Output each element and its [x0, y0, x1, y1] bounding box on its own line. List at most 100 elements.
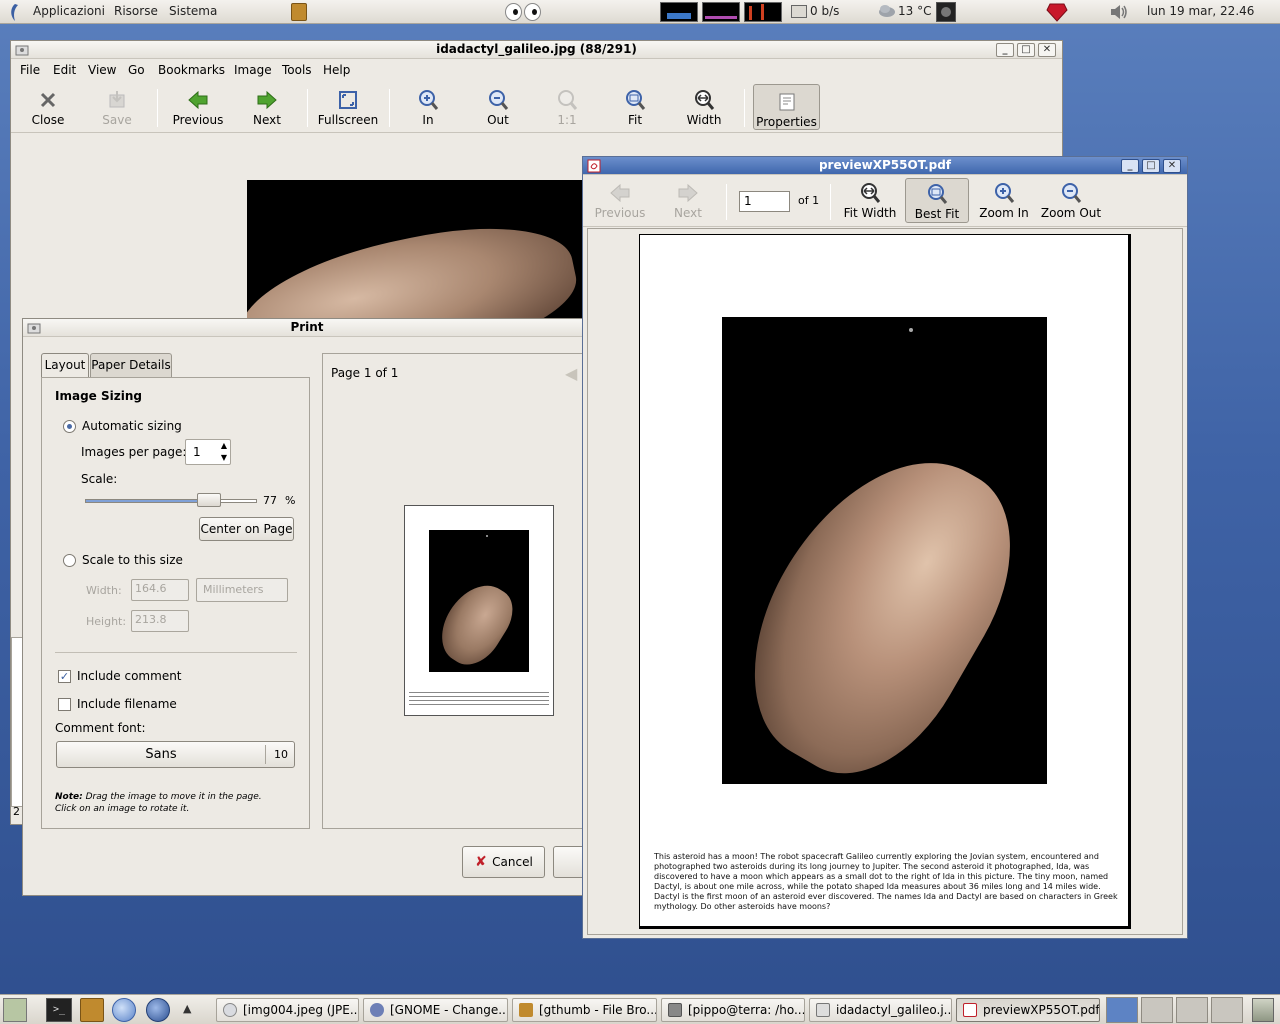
menu-image[interactable]: Image	[234, 63, 272, 77]
menu-risorse[interactable]: Risorse	[114, 4, 158, 18]
workspace-3[interactable]	[1176, 997, 1208, 1023]
close-image-button[interactable]: Close	[17, 89, 79, 127]
workspace-2[interactable]	[1141, 997, 1173, 1023]
menu-help[interactable]: Help	[323, 63, 350, 77]
status-fragment: 2	[13, 805, 20, 818]
menu-bookmarks[interactable]: Bookmarks	[158, 63, 225, 77]
include-filename-checkbox[interactable]	[58, 698, 71, 711]
clock[interactable]: lun 19 mar, 22.46	[1147, 4, 1254, 18]
task-preview-pdf[interactable]: previewXP55OT.pdf	[956, 998, 1100, 1022]
workspace-4[interactable]	[1211, 997, 1243, 1023]
web-browser-launcher-icon[interactable]	[112, 998, 136, 1022]
fit-width-button[interactable]: Fit Width	[839, 182, 901, 220]
toolbar-separator	[744, 89, 745, 127]
pdf-next-button[interactable]: Next	[657, 182, 719, 220]
gthumb-titlebar[interactable]: idadactyl_galileo.jpg (88/291) _ □ ✕	[11, 41, 1062, 59]
units-dropdown[interactable]: Millimeters	[196, 578, 288, 602]
gthumb-menubar: File Edit View Go Bookmarks Image Tools …	[11, 63, 1062, 83]
pdf-zoom-out-button[interactable]: Zoom Out	[1039, 182, 1103, 220]
best-fit-button[interactable]: Best Fit	[905, 178, 969, 223]
zoom-fit-icon	[626, 90, 646, 110]
zoom-fit-button[interactable]: Fit	[604, 89, 666, 127]
print-preview-page[interactable]	[404, 505, 554, 716]
actual-size-button[interactable]: 1:1	[536, 89, 598, 127]
network-monitor-graph	[744, 2, 782, 22]
next-image-button[interactable]: Next	[236, 89, 298, 127]
tab-paper-details[interactable]: Paper Details	[90, 353, 172, 377]
tab-layout[interactable]: Layout	[41, 353, 89, 378]
browser-icon	[370, 1003, 384, 1017]
pdf-maximize-button[interactable]: □	[1142, 159, 1160, 173]
include-comment-checkbox[interactable]: ✓	[58, 670, 71, 683]
center-on-page-button[interactable]: Center on Page	[199, 517, 294, 541]
scale-value: 77	[263, 494, 277, 507]
task-gthumb-browser[interactable]: [gthumb - File Bro...	[512, 998, 657, 1022]
asteroid-image[interactable]	[247, 180, 587, 320]
zoom-width-button[interactable]: Width	[673, 89, 735, 127]
network-icon	[791, 5, 807, 18]
menu-edit[interactable]: Edit	[53, 63, 76, 77]
preview-thumbnail-image[interactable]	[429, 530, 529, 672]
layout-panel: Image Sizing Automatic sizing Images per…	[41, 377, 310, 829]
font-button-divider	[265, 745, 266, 764]
menu-view[interactable]: View	[88, 63, 116, 77]
pdf-document-view[interactable]: This asteroid has a moon! The robot spac…	[587, 228, 1183, 935]
task-terminal[interactable]: [pippo@terra: /ho...	[661, 998, 805, 1022]
page-number-input[interactable]: 1	[739, 191, 790, 212]
trash-icon[interactable]	[1252, 998, 1274, 1022]
email-client-launcher-icon[interactable]	[146, 998, 170, 1022]
task-idadactyl[interactable]: idadactyl_galileo.j...	[809, 998, 952, 1022]
images-per-page-spinner[interactable]: 1 ▲ ▼	[185, 439, 231, 465]
minimize-button[interactable]: _	[996, 43, 1014, 57]
height-label: Height:	[86, 615, 127, 628]
spinner-arrows-icon[interactable]: ▲ ▼	[221, 440, 227, 464]
zoom-in-button[interactable]: In	[397, 89, 459, 127]
print-titlebar[interactable]: Print	[23, 319, 591, 337]
pdf-zoom-in-button[interactable]: Zoom In	[973, 182, 1035, 220]
show-desktop-icon[interactable]	[3, 998, 27, 1022]
pdf-titlebar[interactable]: previewXP55OT.pdf _ □ ✕	[583, 157, 1187, 175]
workspace-1[interactable]	[1106, 997, 1138, 1023]
prev-page-arrow-icon[interactable]: ◀	[565, 364, 577, 383]
comment-font-label: Comment font:	[55, 721, 146, 735]
menu-tools[interactable]: Tools	[282, 63, 312, 77]
pdf-previous-button[interactable]: Previous	[589, 182, 651, 220]
image-sizing-heading: Image Sizing	[55, 389, 142, 403]
terminal-launcher-icon[interactable]: >_	[46, 998, 72, 1022]
width-spinner[interactable]: 164.6	[131, 579, 189, 601]
properties-button[interactable]: Properties	[753, 84, 820, 130]
maximize-button[interactable]: □	[1017, 43, 1035, 57]
file-manager-launcher-icon[interactable]	[80, 998, 104, 1022]
task-gnome-change[interactable]: [GNOME - Change...	[363, 998, 508, 1022]
menu-file[interactable]: File	[20, 63, 40, 77]
automatic-sizing-radio[interactable]	[63, 420, 76, 433]
menu-applicazioni[interactable]: Applicazioni	[33, 4, 105, 18]
images-per-page-label: Images per page:	[81, 445, 187, 459]
fullscreen-button[interactable]: Fullscreen	[317, 89, 379, 127]
moon-phase-icon	[936, 2, 956, 22]
pdf-close-button[interactable]: ✕	[1163, 159, 1181, 173]
menu-sistema[interactable]: Sistema	[169, 4, 217, 18]
close-window-button[interactable]: ✕	[1038, 43, 1056, 57]
gthumb-toolbar: Close Save Previous Next Fullscreen In O…	[11, 83, 1062, 133]
scale-slider-handle[interactable]	[197, 493, 221, 507]
menu-go[interactable]: Go	[128, 63, 145, 77]
scale-to-size-radio[interactable]	[63, 554, 76, 567]
scale-slider-track[interactable]	[85, 499, 257, 503]
gnome-foot-icon[interactable]	[6, 2, 24, 22]
notes-applet-icon[interactable]	[291, 3, 307, 21]
launcher-menu-arrow-icon[interactable]: ▲	[183, 1002, 191, 1015]
zoom-out-button[interactable]: Out	[467, 89, 529, 127]
save-button[interactable]: Save	[86, 89, 148, 127]
ruby-gem-icon[interactable]	[1046, 2, 1068, 22]
comment-font-button[interactable]: Sans 10	[56, 741, 295, 768]
pdf-minimize-button[interactable]: _	[1121, 159, 1139, 173]
pdf-page[interactable]: This asteroid has a moon! The robot spac…	[639, 234, 1131, 929]
cancel-button[interactable]: ✘ Cancel	[462, 846, 545, 878]
dactyl-moon-dot	[909, 328, 913, 332]
previous-image-button[interactable]: Previous	[167, 89, 229, 127]
ida-asteroid-shape	[722, 417, 1047, 784]
volume-icon[interactable]	[1109, 3, 1129, 21]
task-img004[interactable]: [img004.jpeg (JPE...	[216, 998, 359, 1022]
height-spinner[interactable]: 213.8	[131, 610, 189, 632]
